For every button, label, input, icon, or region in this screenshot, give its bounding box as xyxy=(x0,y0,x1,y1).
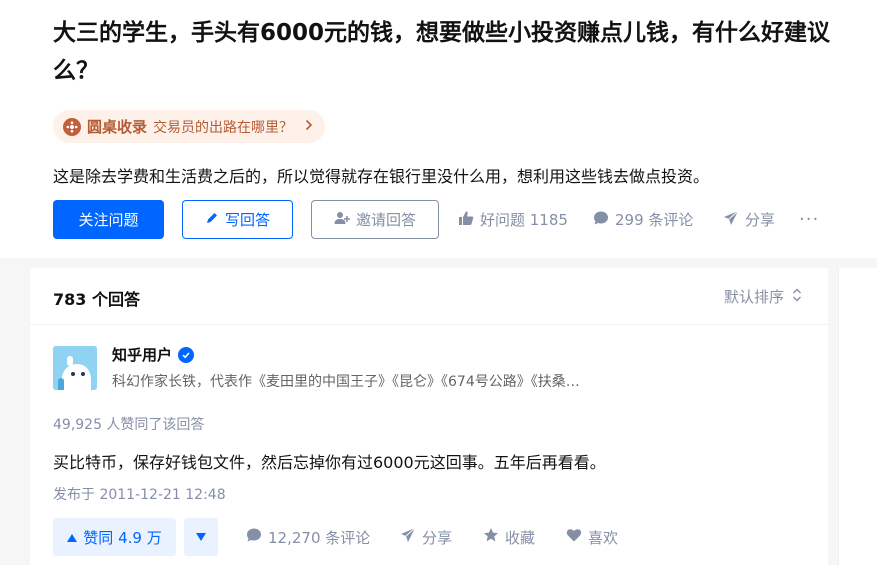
triangle-down-icon xyxy=(196,530,206,544)
question-detail: 这是除去学费和生活费之后的，所以觉得就存在银行里没什么用，想利用这些钱去做点投资… xyxy=(53,167,710,186)
like-label: 喜欢 xyxy=(588,528,619,547)
question-comments-button[interactable]: 299 条评论 xyxy=(593,200,693,239)
answer-share-label: 分享 xyxy=(422,528,453,547)
answer-list-header: 783 个回答 默认排序 xyxy=(30,268,828,325)
roundtable-topic: 交易员的出路在哪里？ xyxy=(153,119,294,136)
thumbs-up-icon xyxy=(458,210,474,230)
upvote-button[interactable]: 赞同 4.9 万 xyxy=(53,518,176,556)
good-question-label: 好问题 1185 xyxy=(480,211,568,229)
question-title[interactable]: 大三的学生，手头有6000元的钱，想要做些小投资赚点儿钱，有什么好建议么？ xyxy=(53,14,843,90)
like-button[interactable]: 喜欢 xyxy=(566,518,618,556)
question-share-button[interactable]: 分享 xyxy=(723,200,775,239)
question-share-label: 分享 xyxy=(745,211,776,229)
avatar[interactable] xyxy=(53,346,97,390)
collect-label: 收藏 xyxy=(505,528,536,547)
write-answer-label: 写回答 xyxy=(224,211,270,229)
share-icon xyxy=(400,527,416,547)
answer-actions: 赞同 4.9 万 12,270 条评论 分享 收藏 喜欢 xyxy=(53,518,813,556)
sort-dropdown[interactable]: 默认排序 xyxy=(724,286,802,307)
pencil-icon xyxy=(205,211,219,229)
heart-icon xyxy=(566,527,582,547)
roundtable-label: 圆桌收录 xyxy=(87,118,148,136)
downvote-button[interactable] xyxy=(184,518,218,556)
author-bio: 科幻作家长铁，代表作《麦田里的中国王子》《昆仑》《674号公路》《扶桑… xyxy=(112,374,580,390)
sort-toggle-icon xyxy=(792,288,802,306)
vote-summary: 49,925 人赞同了该回答 xyxy=(53,417,205,433)
write-answer-button[interactable]: 写回答 xyxy=(182,200,293,239)
star-icon xyxy=(483,527,499,547)
more-options-label: ··· xyxy=(799,209,820,230)
question-comments-label: 299 条评论 xyxy=(615,211,694,229)
answer-content: 买比特币，保存好钱包文件，然后忘掉你有过6000元这回事。五年后再看看。 xyxy=(53,453,606,472)
upvote-label: 赞同 4.9 万 xyxy=(83,528,162,547)
invite-answer-label: 邀请回答 xyxy=(355,211,416,229)
share-icon xyxy=(723,210,739,230)
comment-icon xyxy=(593,210,609,230)
question-actions: 关注问题 写回答 邀请回答 好问题 1185 299 条评论 分享 ··· xyxy=(53,200,833,239)
answer-list-card: 783 个回答 默认排序 知乎用户 科幻作家长铁，代表作《麦田里的中国王子》《昆… xyxy=(30,268,828,565)
sidebar-edge xyxy=(838,268,877,565)
triangle-up-icon xyxy=(67,528,78,546)
author-name[interactable]: 知乎用户 xyxy=(112,344,195,365)
answer-publish-time[interactable]: 发布于 2011-12-21 12:48 xyxy=(53,484,226,504)
answer-count: 783 个回答 xyxy=(53,290,140,309)
answer-comments-label: 12,270 条评论 xyxy=(268,528,371,547)
collect-button[interactable]: 收藏 xyxy=(483,518,535,556)
more-options-button[interactable]: ··· xyxy=(799,200,819,239)
chevron-right-icon xyxy=(305,119,313,135)
question-header: 大三的学生，手头有6000元的钱，想要做些小投资赚点儿钱，有什么好建议么？ 圆桌… xyxy=(0,0,877,258)
good-question-button[interactable]: 好问题 1185 xyxy=(458,200,568,239)
add-user-icon xyxy=(334,211,350,229)
answer-comments-button[interactable]: 12,270 条评论 xyxy=(246,518,370,556)
follow-question-button[interactable]: 关注问题 xyxy=(53,200,164,239)
roundtable-icon xyxy=(63,117,81,136)
invite-answer-button[interactable]: 邀请回答 xyxy=(311,200,439,239)
sort-label: 默认排序 xyxy=(723,288,784,306)
verified-badge-icon xyxy=(178,346,195,363)
follow-question-label: 关注问题 xyxy=(78,211,139,229)
comment-icon xyxy=(246,527,262,547)
roundtable-tag[interactable]: 圆桌收录 交易员的出路在哪里？ xyxy=(53,110,326,143)
author-name-label: 知乎用户 xyxy=(112,346,173,364)
answer-share-button[interactable]: 分享 xyxy=(400,518,452,556)
